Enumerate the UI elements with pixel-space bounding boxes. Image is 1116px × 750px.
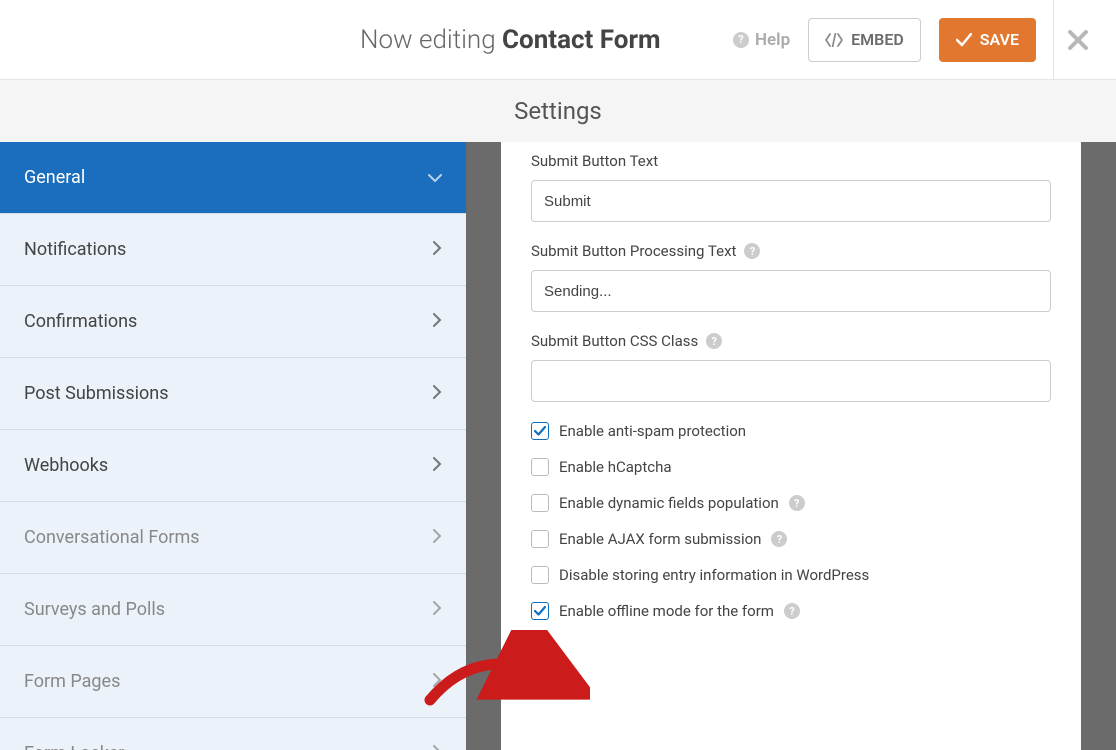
help-icon: ? xyxy=(733,32,749,48)
checkbox-row: Enable AJAX form submission? xyxy=(531,530,1051,548)
content-area: General Notifications Confirmations Post Su… xyxy=(0,142,1116,750)
form-card: Submit Button Text Submit Button Process… xyxy=(501,142,1081,750)
editing-label: Now editing Contact Form xyxy=(20,25,661,55)
sidebar[interactable]: General Notifications Confirmations Post Su… xyxy=(0,142,466,750)
checkbox-row: Disable storing entry information in Wor… xyxy=(531,566,1051,584)
css-class-label: Submit Button CSS Class ? xyxy=(531,332,1051,350)
topbar-content: Now editing Contact Form ? Help EMBED SA… xyxy=(20,18,1096,62)
sidebar-item-post-submissions[interactable]: Post Submissions xyxy=(0,358,466,430)
checkbox-label: Enable dynamic fields population xyxy=(559,494,779,512)
checkbox-label: Disable storing entry information in Wor… xyxy=(559,566,869,584)
chevron-right-icon xyxy=(432,743,442,750)
submit-text-label: Submit Button Text xyxy=(531,152,1051,170)
checkbox-row: Enable hCaptcha xyxy=(531,458,1051,476)
field-css-class: Submit Button CSS Class ? xyxy=(531,332,1051,402)
processing-text-label: Submit Button Processing Text ? xyxy=(531,242,1051,260)
sidebar-item-label: Post Submissions xyxy=(24,383,168,404)
checkbox[interactable] xyxy=(531,530,549,548)
field-submit-text: Submit Button Text xyxy=(531,152,1051,222)
topbar: Now editing Contact Form ? Help EMBED SA… xyxy=(0,0,1116,80)
field-processing-text: Submit Button Processing Text ? xyxy=(531,242,1051,312)
chevron-right-icon xyxy=(432,671,442,692)
sidebar-item-label: Notifications xyxy=(24,239,126,260)
checkbox-label: Enable hCaptcha xyxy=(559,458,672,476)
checkbox-row: Enable dynamic fields population? xyxy=(531,494,1051,512)
sidebar-item-label: Conversational Forms xyxy=(24,527,200,548)
sidebar-item-conversational-forms[interactable]: Conversational Forms xyxy=(0,502,466,574)
checkbox[interactable] xyxy=(531,494,549,512)
chevron-right-icon xyxy=(432,239,442,260)
chevron-down-icon xyxy=(428,167,442,188)
sidebar-item-label: Form Locker xyxy=(24,743,124,750)
save-button[interactable]: SAVE xyxy=(939,18,1036,62)
editing-prefix: Now editing xyxy=(360,25,496,55)
chevron-right-icon xyxy=(432,527,442,548)
sidebar-item-surveys-and-polls[interactable]: Surveys and Polls xyxy=(0,574,466,646)
checkbox-label: Enable anti-spam protection xyxy=(559,422,746,440)
css-class-label-text: Submit Button CSS Class xyxy=(531,332,698,350)
settings-title: Settings xyxy=(514,97,602,125)
sidebar-item-notifications[interactable]: Notifications xyxy=(0,214,466,286)
checkbox-label: Enable offline mode for the form xyxy=(559,602,774,620)
embed-button[interactable]: EMBED xyxy=(808,18,921,62)
checkbox-row: Enable anti-spam protection xyxy=(531,422,1051,440)
chevron-right-icon xyxy=(432,383,442,404)
checkbox-label: Enable AJAX form submission xyxy=(559,530,761,548)
checkbox[interactable] xyxy=(531,458,549,476)
sidebar-item-label: Surveys and Polls xyxy=(24,599,165,620)
css-class-input[interactable] xyxy=(531,360,1051,402)
code-icon xyxy=(825,33,843,47)
form-name: Contact Form xyxy=(502,25,661,55)
help-icon[interactable]: ? xyxy=(771,531,787,547)
help-link[interactable]: ? Help xyxy=(733,30,790,50)
checkbox-row: Enable offline mode for the form? xyxy=(531,602,1051,620)
help-icon[interactable]: ? xyxy=(744,243,760,259)
checkbox[interactable] xyxy=(531,602,549,620)
checkmark-icon xyxy=(534,606,546,616)
sidebar-item-label: Form Pages xyxy=(24,671,120,692)
help-label: Help xyxy=(755,30,790,50)
checkbox[interactable] xyxy=(531,422,549,440)
sidebar-item-form-locker[interactable]: Form Locker xyxy=(0,718,466,750)
checkmark-icon xyxy=(956,33,972,47)
help-icon[interactable]: ? xyxy=(784,603,800,619)
chevron-right-icon xyxy=(432,311,442,332)
sidebar-item-confirmations[interactable]: Confirmations xyxy=(0,286,466,358)
processing-text-label-text: Submit Button Processing Text xyxy=(531,242,736,260)
sidebar-item-general[interactable]: General xyxy=(0,142,466,214)
sidebar-item-label: General xyxy=(24,167,85,188)
close-icon xyxy=(1067,29,1089,51)
checkbox-list: Enable anti-spam protection Enable hCaptc… xyxy=(531,422,1051,620)
sidebar-item-label: Webhooks xyxy=(24,455,108,476)
settings-header: Settings xyxy=(0,80,1116,142)
help-icon[interactable]: ? xyxy=(789,495,805,511)
submit-text-input[interactable] xyxy=(531,180,1051,222)
processing-text-input[interactable] xyxy=(531,270,1051,312)
chevron-right-icon xyxy=(432,599,442,620)
sidebar-item-webhooks[interactable]: Webhooks xyxy=(0,430,466,502)
checkmark-icon xyxy=(534,426,546,436)
checkbox[interactable] xyxy=(531,566,549,584)
close-button[interactable] xyxy=(1053,0,1101,80)
help-icon[interactable]: ? xyxy=(706,333,722,349)
embed-label: EMBED xyxy=(851,30,904,49)
sidebar-item-label: Confirmations xyxy=(24,311,137,332)
chevron-right-icon xyxy=(432,455,442,476)
save-label: SAVE xyxy=(980,30,1019,49)
sidebar-item-form-pages[interactable]: Form Pages xyxy=(0,646,466,718)
main-panel: Submit Button Text Submit Button Process… xyxy=(466,142,1116,750)
